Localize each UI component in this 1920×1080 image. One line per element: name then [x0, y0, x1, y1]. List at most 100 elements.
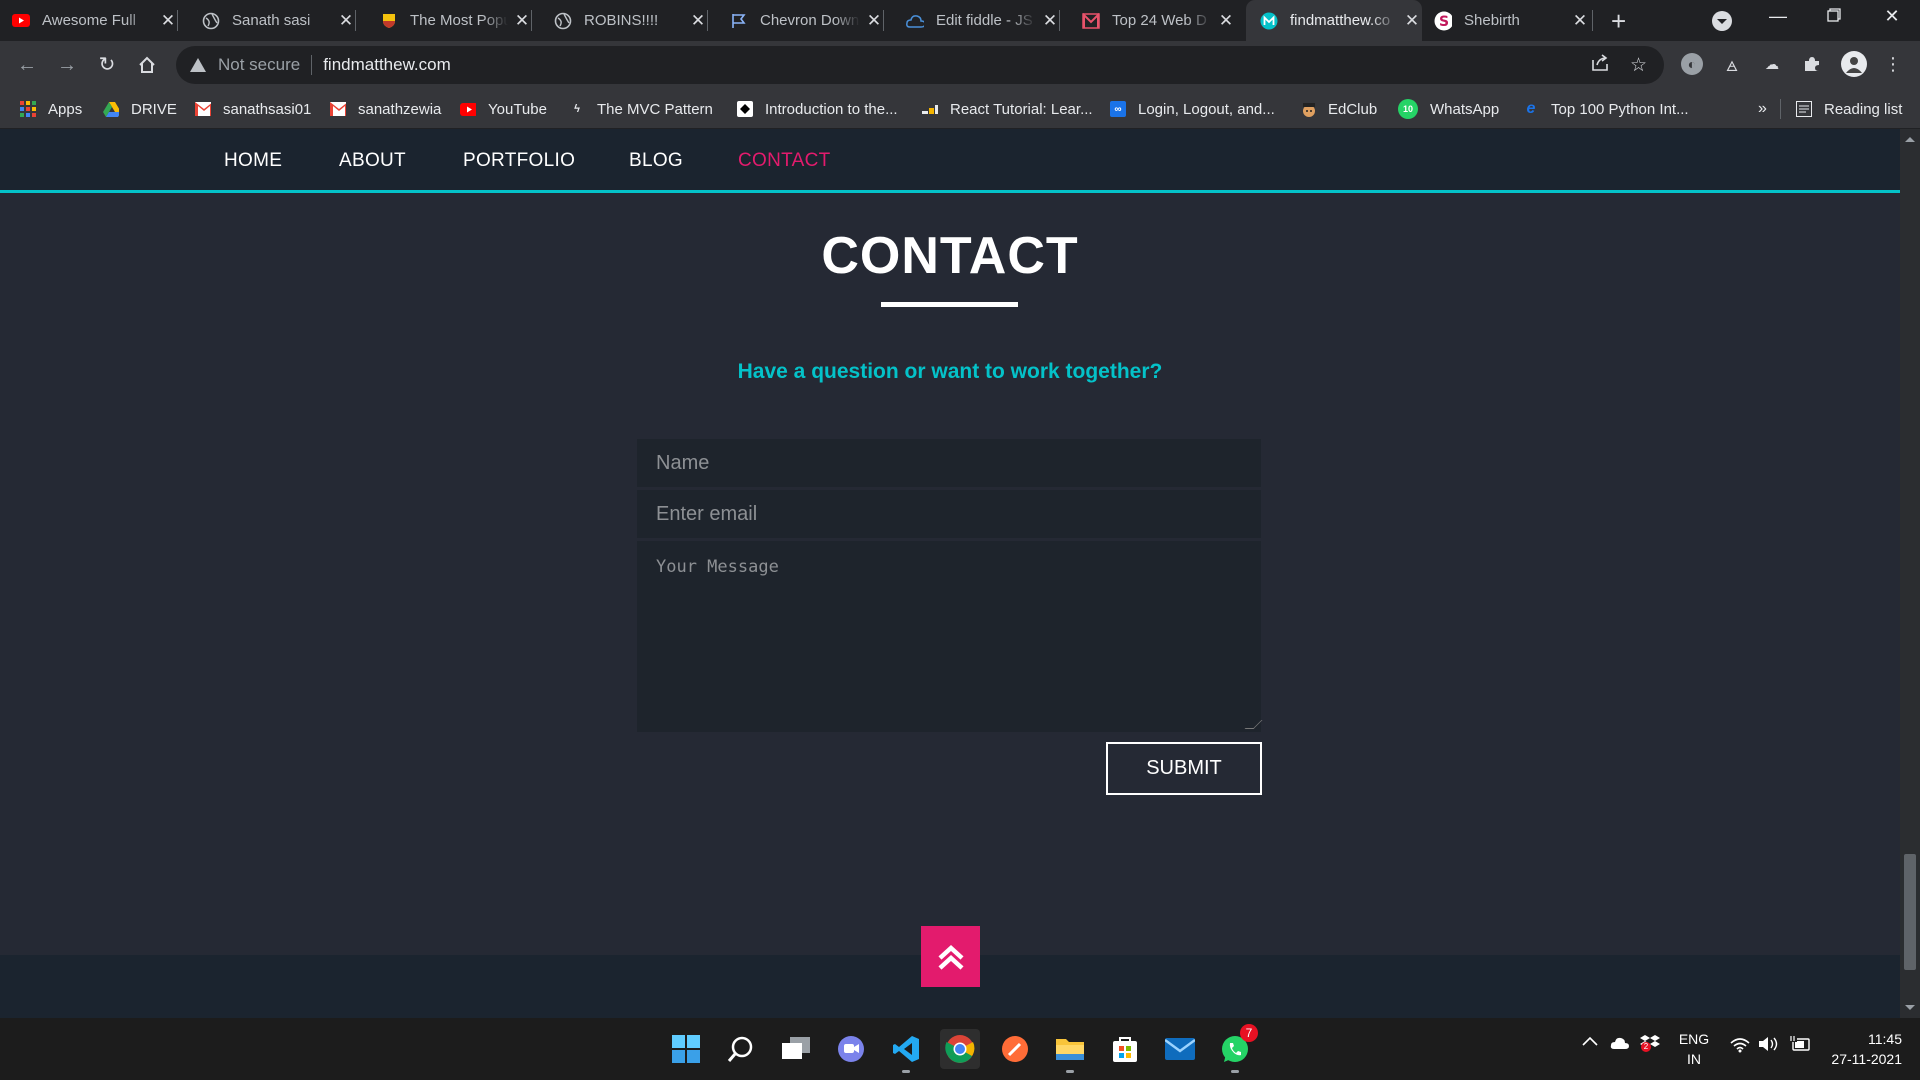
home-icon[interactable]: [134, 52, 160, 78]
tab-awesome-full[interactable]: Awesome Full ✕: [12, 0, 178, 41]
bookmark-apps[interactable]: Apps: [20, 89, 82, 129]
not-secure-warning-icon[interactable]: [190, 58, 206, 72]
bookmarks-overflow-button[interactable]: »: [1758, 89, 1767, 129]
close-tab-icon[interactable]: ✕: [1570, 11, 1590, 31]
profile-avatar[interactable]: [1841, 51, 1867, 77]
scroll-up-arrow-icon[interactable]: [1905, 137, 1915, 142]
bookmark-login-logout[interactable]: ∞ Login, Logout, and...: [1110, 89, 1275, 129]
whatsapp-icon[interactable]: 7: [1215, 1024, 1258, 1073]
windows-taskbar: 7 2 ENG IN 11:45 27-11-2021: [0, 1018, 1920, 1080]
store-icon[interactable]: [1105, 1029, 1145, 1069]
close-tab-icon[interactable]: ✕: [158, 11, 178, 31]
tab-chevron-down[interactable]: Chevron Down ✕: [718, 0, 884, 41]
bookmark-introduction[interactable]: Introduction to the...: [737, 89, 898, 129]
reload-icon[interactable]: ↻: [94, 52, 120, 78]
co-icon: ∞: [1110, 101, 1126, 117]
extension-icon[interactable]: ◐: [1681, 53, 1703, 75]
title-underline: [881, 302, 1018, 307]
nav-contact[interactable]: CONTACT: [738, 150, 831, 172]
message-textarea[interactable]: Your Message: [637, 541, 1263, 732]
system-clock[interactable]: 11:45 27-11-2021: [1822, 1029, 1902, 1069]
wifi-icon[interactable]: [1730, 1037, 1750, 1058]
submit-button[interactable]: SUBMIT: [1106, 742, 1262, 795]
nav-portfolio[interactable]: PORTFOLIO: [463, 150, 575, 172]
scroll-to-top-button[interactable]: [921, 926, 980, 987]
bookmark-sanathzewia[interactable]: sanathzewia: [330, 89, 441, 129]
bookmark-react-tutorial[interactable]: React Tutorial: Lear...: [922, 89, 1093, 129]
close-tab-icon[interactable]: ✕: [1216, 11, 1236, 31]
contact-subtitle: Have a question or want to work together…: [737, 360, 1163, 383]
bookmark-star-icon[interactable]: ☆: [1630, 54, 1647, 77]
vscode-icon[interactable]: [886, 1029, 926, 1073]
close-window-button[interactable]: ✕: [1872, 6, 1912, 27]
forward-icon[interactable]: →: [54, 52, 80, 78]
browser-toolbar: ← → ↻ Not secure findmatthew.com ☆ ◐ 🜁 ☁…: [0, 41, 1920, 89]
tray-overflow-chevron-icon[interactable]: [1582, 1034, 1598, 1052]
code-icon: ϟ: [574, 103, 580, 115]
globe-icon: [202, 12, 220, 30]
url-text[interactable]: findmatthew.com: [323, 55, 451, 75]
bookmark-drive[interactable]: DRIVE: [103, 89, 177, 129]
close-tab-icon[interactable]: ✕: [688, 11, 708, 31]
scrollbar-thumb[interactable]: [1904, 854, 1916, 970]
youtube-icon: [12, 12, 30, 30]
tab-shebirth[interactable]: S Shebirth ✕: [1422, 0, 1593, 41]
close-tab-icon[interactable]: ✕: [512, 11, 532, 31]
close-tab-icon[interactable]: ✕: [336, 11, 356, 31]
close-tab-icon[interactable]: ✕: [1040, 11, 1060, 31]
bookmark-python-interview[interactable]: e Top 100 Python Int...: [1523, 89, 1689, 129]
tab-sanath-sasi[interactable]: Sanath sasi ✕: [190, 0, 356, 41]
scroll-down-arrow-icon[interactable]: [1905, 1005, 1915, 1010]
tab-top-24-web[interactable]: Top 24 Web D ✕: [1070, 0, 1236, 41]
reading-list-button[interactable]: Reading list: [1796, 89, 1902, 129]
tab-findmatthew[interactable]: findmatthew.co ✕: [1246, 0, 1422, 41]
language-indicator[interactable]: ENG IN: [1672, 1029, 1716, 1069]
close-tab-icon[interactable]: ✕: [1402, 11, 1422, 31]
flag-icon: [730, 12, 748, 30]
teams-chat-icon[interactable]: [831, 1029, 871, 1069]
page-scrollbar[interactable]: [1900, 129, 1920, 1018]
address-bar[interactable]: Not secure findmatthew.com ☆: [176, 46, 1664, 84]
postman-icon[interactable]: [995, 1029, 1035, 1069]
restore-button[interactable]: [1814, 6, 1854, 27]
name-input[interactable]: Name: [637, 439, 1261, 487]
react-icon: [922, 101, 938, 117]
search-icon[interactable]: [721, 1029, 761, 1069]
minimize-button[interactable]: —: [1758, 6, 1798, 27]
bookmark-whatsapp[interactable]: 10 WhatsApp: [1398, 89, 1499, 129]
email-input[interactable]: Enter email: [637, 490, 1261, 538]
close-tab-icon[interactable]: ✕: [864, 11, 884, 31]
nav-home[interactable]: HOME: [224, 150, 282, 172]
tab-search-icon[interactable]: [1712, 11, 1732, 31]
share-icon[interactable]: [1590, 54, 1610, 78]
volume-icon[interactable]: [1758, 1036, 1780, 1057]
extension-fox-icon[interactable]: 🜁: [1721, 53, 1743, 75]
chrome-icon[interactable]: [940, 1029, 980, 1069]
onedrive-icon[interactable]: [1610, 1036, 1632, 1055]
tab-robins[interactable]: ROBINS!!!! ✕: [542, 0, 708, 41]
file-explorer-icon[interactable]: [1050, 1029, 1090, 1073]
bookmark-youtube[interactable]: YouTube: [460, 89, 547, 129]
tab-most-popular[interactable]: The Most Popu ✕: [366, 0, 532, 41]
battery-icon[interactable]: [1790, 1036, 1812, 1057]
extensions-puzzle-icon[interactable]: [1801, 53, 1823, 75]
browser-tab-strip: Awesome Full ✕ Sanath sasi ✕ The Most Po…: [0, 0, 1920, 41]
back-icon[interactable]: ←: [14, 52, 40, 78]
dropbox-icon[interactable]: 2: [1640, 1034, 1660, 1057]
new-tab-button[interactable]: +: [1611, 6, 1626, 37]
windows-start-icon[interactable]: [666, 1029, 706, 1069]
nav-about[interactable]: ABOUT: [339, 150, 406, 172]
reading-list-icon: [1796, 101, 1812, 117]
bookmark-mvc-pattern[interactable]: ϟ The MVC Pattern: [569, 89, 713, 129]
security-status[interactable]: Not secure: [218, 55, 300, 75]
tab-edit-fiddle[interactable]: Edit fiddle - JS ✕: [894, 0, 1060, 41]
extension-cloud-icon[interactable]: ☁: [1761, 53, 1783, 75]
nav-blog[interactable]: BLOG: [629, 150, 683, 172]
bookmark-sanathsasi01[interactable]: sanathsasi01: [195, 89, 311, 129]
resize-handle-icon[interactable]: [1244, 720, 1263, 729]
menu-kebab-icon[interactable]: ⋮: [1882, 53, 1904, 75]
book-icon: [737, 101, 753, 117]
task-view-icon[interactable]: [776, 1029, 816, 1069]
bookmark-edclub[interactable]: EdClub: [1300, 89, 1377, 129]
mail-icon[interactable]: [1160, 1029, 1200, 1069]
